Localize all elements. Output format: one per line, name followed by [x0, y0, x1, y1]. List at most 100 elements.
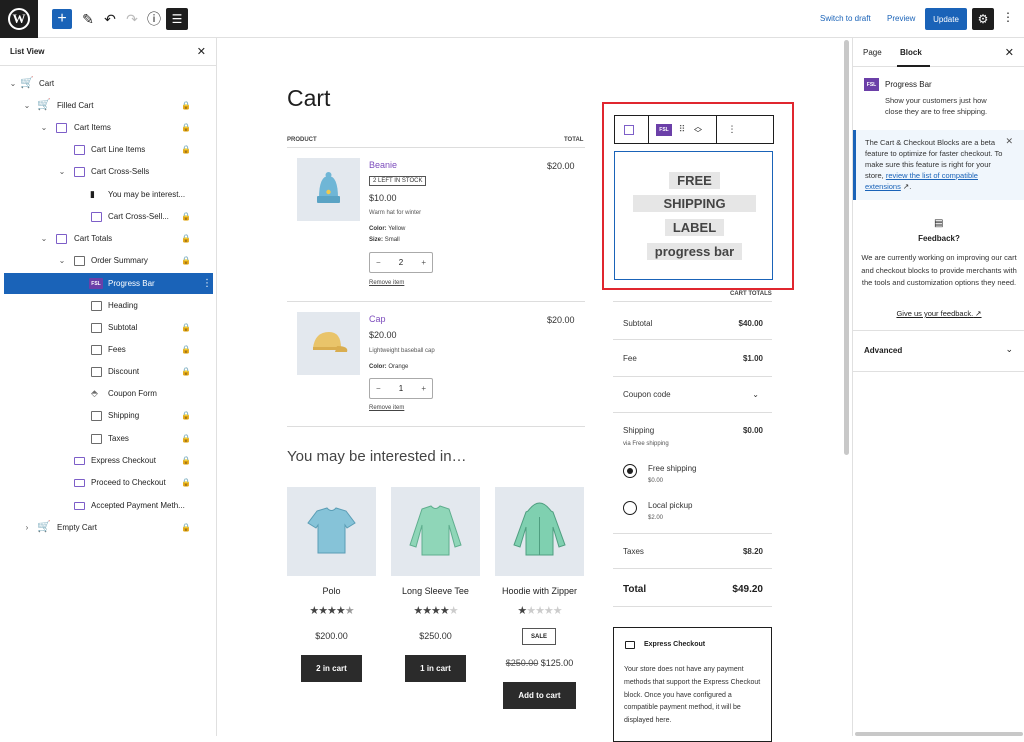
in-cart-button[interactable]: 1 in cart	[405, 655, 466, 682]
feedback-link[interactable]: Give us your feedback. ↗	[853, 309, 1024, 318]
list-item-cart-totals[interactable]: ⌄ Cart Totals 🔒	[4, 228, 213, 249]
list-item-express-checkout[interactable]: Express Checkout 🔒	[4, 450, 213, 471]
radio-local-pickup[interactable]	[623, 501, 637, 515]
advanced-panel-toggle[interactable]: Advanced ⌄	[853, 330, 1024, 372]
quantity-value[interactable]: 2	[399, 258, 403, 267]
canvas-scrollbar[interactable]	[844, 40, 849, 455]
add-to-cart-button[interactable]: Add to cart	[503, 682, 576, 709]
fee-row: Fee $1.00	[623, 354, 763, 363]
preview-button[interactable]: Preview	[887, 14, 915, 23]
chevron-down-icon[interactable]: ⌄	[40, 234, 48, 243]
parent-block-icon[interactable]	[615, 116, 643, 143]
product-name[interactable]: Long Sleeve Tee	[391, 586, 480, 596]
quantity-stepper[interactable]: − 1 +	[369, 378, 433, 399]
list-item-taxes[interactable]: Taxes 🔒	[4, 428, 213, 449]
progress-bar-block[interactable]: FREE SHIPPING LABEL progress bar	[614, 151, 773, 280]
quantity-stepper[interactable]: − 2 +	[369, 252, 433, 273]
shipping-option-price: $0.00	[648, 478, 664, 484]
column-header-product: PRODUCT	[287, 137, 317, 143]
move-up-down-icon[interactable]: ︿ ﹀	[691, 116, 705, 143]
wordpress-logo[interactable]: W	[0, 0, 38, 38]
in-cart-button[interactable]: 2 in cart	[301, 655, 362, 682]
pencil-tools-icon[interactable]: ✎	[78, 9, 98, 29]
taxes-row: Taxes $8.20	[623, 547, 763, 556]
plus-icon[interactable]: +	[421, 384, 426, 393]
remove-item-link[interactable]: Remove item	[369, 405, 404, 411]
list-item-filled-cart[interactable]: ⌄ 🛒 Filled Cart 🔒	[4, 95, 213, 116]
minus-icon[interactable]: −	[376, 258, 381, 267]
minus-icon[interactable]: −	[376, 384, 381, 393]
add-block-button[interactable]: +	[52, 9, 72, 29]
block-type-icon[interactable]: FSL	[653, 116, 675, 143]
list-item-label: Heading	[108, 301, 138, 310]
lock-icon: 🔒	[181, 101, 191, 110]
close-icon[interactable]: ✕	[197, 45, 206, 58]
chevron-right-icon[interactable]: ›	[23, 523, 31, 532]
shipping-option-label[interactable]: Local pickup	[648, 501, 692, 510]
product-name[interactable]: Hoodie with Zipper	[495, 586, 584, 596]
chevron-down-icon[interactable]: ⌄	[9, 79, 17, 88]
sidebar-scrollbar[interactable]	[855, 732, 1023, 736]
dismiss-icon[interactable]: ✕	[1005, 136, 1013, 147]
block-options-kebab-icon[interactable]: ⋮	[202, 278, 212, 289]
product-name-link[interactable]: Cap	[369, 314, 386, 324]
product-image-long-sleeve-tee[interactable]	[391, 487, 480, 576]
chevron-down-icon[interactable]: ⌄	[23, 101, 31, 110]
product-image-polo[interactable]	[287, 487, 376, 576]
drag-handle-icon[interactable]: ⠿	[675, 116, 689, 143]
list-item-coupon-form[interactable]: ⬘ Coupon Form	[4, 383, 213, 404]
columns-icon	[74, 144, 85, 155]
list-item-cart[interactable]: ⌄ 🛒 Cart	[4, 73, 213, 94]
update-button[interactable]: Update	[925, 8, 967, 30]
redo-icon[interactable]: ↷	[122, 9, 142, 29]
product-name[interactable]: Polo	[287, 586, 376, 596]
list-item-label: Cart Cross-Sell...	[108, 212, 169, 221]
list-item-label: Discount	[108, 367, 140, 376]
list-view-toggle-icon[interactable]: ☰	[166, 8, 188, 30]
toolbar-separator	[716, 116, 717, 143]
quantity-value[interactable]: 1	[399, 384, 403, 393]
list-item-discount[interactable]: Discount 🔒	[4, 361, 213, 382]
tab-page[interactable]: Page	[863, 48, 882, 57]
remove-item-link[interactable]: Remove item	[369, 280, 404, 286]
close-icon[interactable]: ✕	[1005, 46, 1014, 59]
express-checkout-block[interactable]: Express Checkout Your store does not hav…	[613, 627, 772, 742]
info-icon[interactable]: ⓘ	[144, 9, 164, 29]
chevron-down-icon[interactable]: ⌄	[58, 167, 66, 176]
list-item-proceed-to-checkout[interactable]: Proceed to Checkout 🔒	[4, 472, 213, 493]
list-item-fees[interactable]: Fees 🔒	[4, 339, 213, 360]
lock-icon: 🔒	[181, 323, 191, 332]
tab-block[interactable]: Block	[900, 48, 922, 57]
list-item-progress-bar[interactable]: FSL Progress Bar ⋮	[4, 273, 213, 294]
cart-icon: 🛒	[20, 76, 34, 89]
list-item-cart-items[interactable]: ⌄ Cart Items 🔒	[4, 117, 213, 138]
product-name-link[interactable]: Beanie	[369, 160, 397, 170]
settings-gear-icon[interactable]: ⚙	[972, 8, 994, 30]
chevron-down-icon[interactable]: ⌄	[40, 123, 48, 132]
list-item-you-may-be-interested[interactable]: ▮ You may be interest...	[4, 184, 213, 205]
options-kebab-icon[interactable]: ⋮	[1002, 10, 1014, 24]
chevron-down-icon[interactable]: ⌄	[58, 256, 66, 265]
switch-to-draft-button[interactable]: Switch to draft	[820, 14, 871, 23]
divider	[287, 147, 585, 148]
list-item-cart-cross-sells[interactable]: ⌄ Cart Cross-Sells	[4, 161, 213, 182]
product-image-beanie[interactable]	[297, 158, 360, 221]
plus-icon[interactable]: +	[421, 258, 426, 267]
block-more-options-icon[interactable]: ⋮	[721, 116, 743, 143]
product-image-hoodie[interactable]	[495, 487, 584, 576]
list-item-cart-line-items[interactable]: Cart Line Items 🔒	[4, 139, 213, 160]
list-item-empty-cart[interactable]: › 🛒 Empty Cart 🔒	[4, 517, 213, 538]
undo-icon[interactable]: ↶	[100, 9, 120, 29]
shipping-option-label[interactable]: Free shipping	[648, 464, 696, 473]
list-item-order-summary[interactable]: ⌄ Order Summary 🔒	[4, 250, 213, 271]
coupon-code-toggle[interactable]: Coupon code ⌄	[623, 390, 763, 399]
list-item-heading[interactable]: Heading	[4, 295, 213, 316]
list-item-accepted-payment-methods[interactable]: Accepted Payment Meth...	[4, 495, 213, 516]
cross-sells-heading: You may be interested in…	[287, 448, 467, 465]
list-item-subtotal[interactable]: Subtotal 🔒	[4, 317, 213, 338]
radio-free-shipping[interactable]	[623, 464, 637, 478]
list-item-cart-cross-sells-products[interactable]: Cart Cross-Sell... 🔒	[4, 206, 213, 227]
product-image-cap[interactable]	[297, 312, 360, 375]
list-item-shipping[interactable]: Shipping 🔒	[4, 405, 213, 426]
list-item-label: Cart Cross-Sells	[91, 167, 150, 176]
